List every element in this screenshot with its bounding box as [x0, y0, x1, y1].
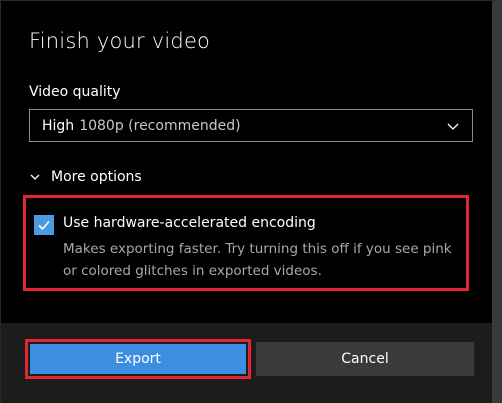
more-options-toggle[interactable]: More options [29, 169, 142, 185]
checkmark-icon [38, 220, 50, 231]
dialog-title: Finish your video [29, 29, 211, 53]
chevron-down-icon [447, 123, 459, 130]
video-quality-dropdown[interactable]: High 1080p (recommended) [29, 109, 473, 142]
chevron-down-icon [30, 174, 40, 180]
hardware-encoding-description: Makes exporting faster. Try turning this… [63, 241, 452, 279]
more-options-label: More options [51, 169, 142, 185]
video-quality-selected-main: High [42, 117, 75, 134]
video-quality-selected-detail: 1080p (recommended) [79, 117, 241, 134]
hardware-encoding-label[interactable]: Use hardware-accelerated encoding [63, 215, 316, 231]
hardware-encoding-checkbox[interactable] [34, 215, 54, 235]
finish-video-dialog: Finish your video Video quality High 108… [0, 0, 502, 403]
cancel-button[interactable]: Cancel [256, 342, 474, 376]
export-button[interactable]: Export [30, 344, 246, 374]
dialog-footer: Export Cancel [1, 323, 492, 403]
export-button-highlight: Export [25, 339, 251, 379]
hardware-encoding-highlight: Use hardware-accelerated encoding Makes … [23, 195, 469, 291]
video-quality-label: Video quality [29, 84, 121, 100]
